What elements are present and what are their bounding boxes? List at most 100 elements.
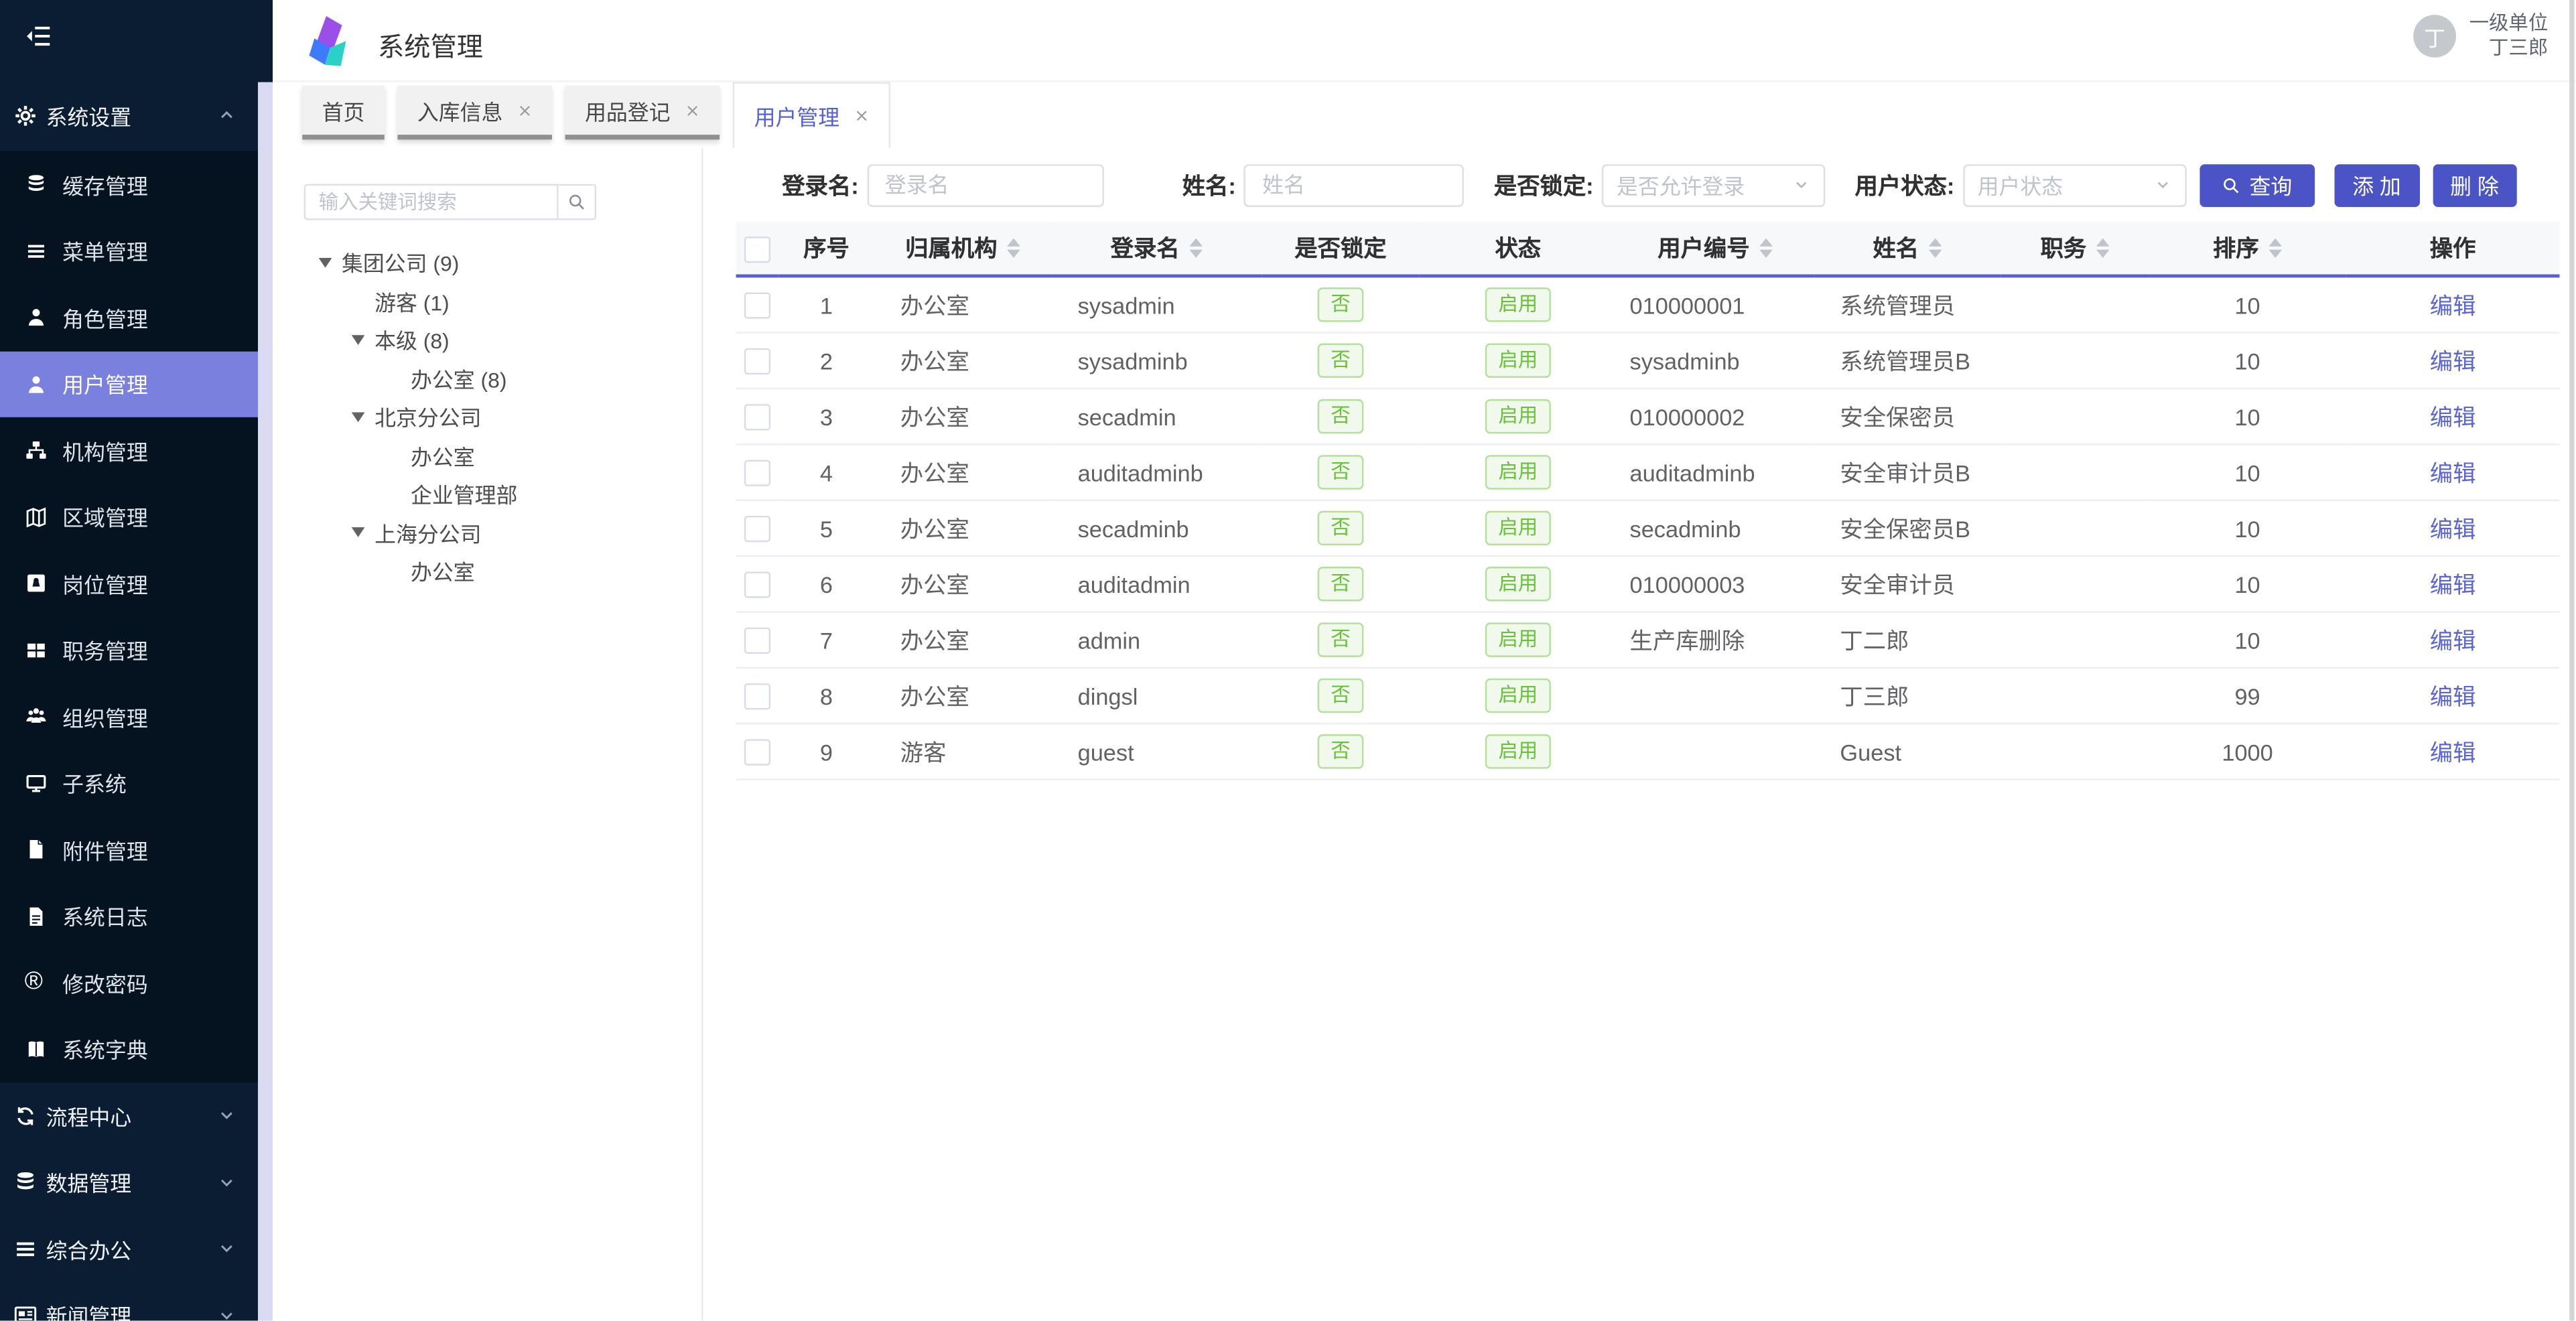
user-org: 一级单位 [2469, 11, 2549, 36]
tree-expand-icon[interactable] [352, 335, 365, 345]
sidebar-group-news-management[interactable]: 新闻管理 [0, 1282, 258, 1321]
registered-icon [25, 971, 48, 994]
sidebar-item-user[interactable]: 用户管理 [0, 351, 258, 417]
close-icon[interactable] [518, 102, 533, 117]
edit-link[interactable]: 编辑 [2430, 348, 2476, 374]
table-row: 4 办公室 auditadminb 否 启用 auditadminb 安全审计员… [736, 444, 2560, 500]
tree-node-beijing-branch[interactable]: 北京分公司 [273, 397, 700, 436]
table-row: 8 办公室 dingsl 否 启用 丁三郎 99 编辑 [736, 668, 2560, 723]
sidebar-group-general-office[interactable]: 综合办公 [0, 1216, 258, 1282]
tree-node-shanghai-branch[interactable]: 上海分公司 [273, 513, 700, 552]
tab-supplies-register[interactable]: 用品登记 [565, 86, 720, 140]
sort-control[interactable] [2268, 238, 2282, 258]
page-scrollbar[interactable] [2569, 0, 2574, 1321]
close-icon[interactable] [854, 109, 869, 123]
sidebar-item-organization[interactable]: 机构管理 [0, 417, 258, 484]
row-checkbox[interactable] [744, 405, 770, 431]
tree-node-office-shanghai[interactable]: 办公室 [273, 552, 700, 591]
select-all-checkbox[interactable] [744, 236, 770, 262]
sort-control[interactable] [1759, 238, 1773, 258]
edit-link[interactable]: 编辑 [2430, 515, 2476, 541]
tab-inbound-info[interactable]: 入库信息 [397, 86, 552, 140]
locked-badge: 否 [1318, 455, 1364, 489]
file-icon [25, 838, 48, 861]
sort-control[interactable] [2096, 238, 2110, 258]
user-box[interactable]: 丁 一级单位 丁三郎 [2413, 11, 2548, 61]
status-filter-select[interactable]: 用户状态 [1963, 163, 2186, 206]
sidebar-scrollbar[interactable] [258, 82, 273, 1321]
sidebar-item-cache[interactable]: 缓存管理 [0, 151, 258, 218]
tree-expand-icon[interactable] [352, 412, 365, 422]
add-button[interactable]: 添 加 [2334, 163, 2420, 206]
search-button[interactable]: 查询 [2199, 163, 2315, 206]
row-checkbox[interactable] [744, 516, 770, 542]
sidebar-item-role[interactable]: 角色管理 [0, 284, 258, 350]
sort-control[interactable] [1189, 238, 1203, 258]
sidebar-item-duty[interactable]: 职务管理 [0, 617, 258, 683]
sidebar-item-syslog[interactable]: 系统日志 [0, 883, 258, 949]
tree-node-office-beijing[interactable]: 办公室 [273, 436, 700, 475]
sidebar-item-attachment[interactable]: 附件管理 [0, 817, 258, 883]
status-badge: 启用 [1485, 344, 1551, 378]
col-name: 姓名 [1814, 222, 2001, 276]
sidebar-item-subsystem[interactable]: 子系统 [0, 750, 258, 816]
locked-badge: 否 [1318, 344, 1364, 378]
edit-link[interactable]: 编辑 [2430, 291, 2476, 318]
user-name: 丁三郎 [2469, 36, 2549, 61]
row-checkbox[interactable] [744, 572, 770, 598]
sidebar-item-region[interactable]: 区域管理 [0, 484, 258, 550]
tree-expand-icon[interactable] [319, 257, 332, 267]
sidebar-item-menu[interactable]: 菜单管理 [0, 218, 258, 284]
delete-button[interactable]: 删 除 [2433, 163, 2516, 206]
filter-bar: 登录名: 姓名: 是否锁定: 是否允许登录 用户状态: 用户状态 查询 添 加 … [705, 148, 2576, 222]
edit-link[interactable]: 编辑 [2430, 459, 2476, 485]
sidebar-item-dictionary[interactable]: 系统字典 [0, 1016, 258, 1083]
edit-link[interactable]: 编辑 [2430, 627, 2476, 653]
sort-control[interactable] [1007, 238, 1020, 258]
tree-node-office-local[interactable]: 办公室 (8) [273, 359, 700, 398]
log-icon [25, 905, 48, 928]
edit-link[interactable]: 编辑 [2430, 403, 2476, 429]
edit-link[interactable]: 编辑 [2430, 683, 2476, 709]
role-icon [25, 306, 48, 329]
login-filter-input[interactable] [867, 163, 1103, 206]
tree-node-enterprise-dept[interactable]: 企业管理部 [273, 475, 700, 514]
row-checkbox[interactable] [744, 628, 770, 654]
tab-user-management[interactable]: 用户管理 [733, 82, 890, 148]
sidebar-item-position[interactable]: 岗位管理 [0, 550, 258, 616]
tree-search-button[interactable] [559, 184, 596, 220]
tree-node-group-company[interactable]: 集团公司 (9) [273, 243, 700, 282]
tree-expand-icon[interactable] [352, 528, 365, 538]
name-filter-input[interactable] [1244, 163, 1465, 206]
row-checkbox[interactable] [744, 683, 770, 709]
tree-node-local-level[interactable]: 本级 (8) [273, 320, 700, 359]
tree-search-input[interactable] [304, 184, 559, 220]
edit-link[interactable]: 编辑 [2430, 571, 2476, 597]
col-locked: 是否锁定 [1262, 222, 1419, 276]
sidebar-group-process-center[interactable]: 流程中心 [0, 1083, 258, 1149]
locked-filter-select[interactable]: 是否允许登录 [1602, 163, 1825, 206]
status-badge: 启用 [1485, 679, 1551, 713]
sidebar-group-system-settings[interactable]: 系统设置 [0, 79, 258, 151]
sidebar-item-change-password[interactable]: 修改密码 [0, 949, 258, 1016]
newspaper-icon [13, 1303, 38, 1320]
edit-link[interactable]: 编辑 [2430, 738, 2476, 764]
col-login: 登录名 [1051, 222, 1262, 276]
col-seq: 序号 [778, 222, 874, 276]
row-checkbox[interactable] [744, 460, 770, 486]
col-duty: 职务 [2001, 222, 2149, 276]
close-icon[interactable] [685, 102, 700, 117]
collapse-sidebar-icon[interactable] [25, 21, 54, 51]
avatar[interactable]: 丁 [2413, 15, 2456, 58]
chevron-down-icon [217, 1239, 236, 1259]
tab-home[interactable]: 首页 [302, 86, 385, 140]
tree-node-guest[interactable]: 游客 (1) [273, 282, 700, 321]
sidebar-group-data-management[interactable]: 数据管理 [0, 1149, 258, 1215]
user-table: 序号 归属机构 登录名 是否锁定 状态 用户编号 姓名 职务 排序 操作 [736, 222, 2560, 780]
row-checkbox[interactable] [744, 740, 770, 766]
row-checkbox[interactable] [744, 348, 770, 374]
recycle-icon [13, 1103, 38, 1128]
sort-control[interactable] [1929, 238, 1942, 258]
row-checkbox[interactable] [744, 293, 770, 319]
sidebar-item-group[interactable]: 组织管理 [0, 683, 258, 750]
